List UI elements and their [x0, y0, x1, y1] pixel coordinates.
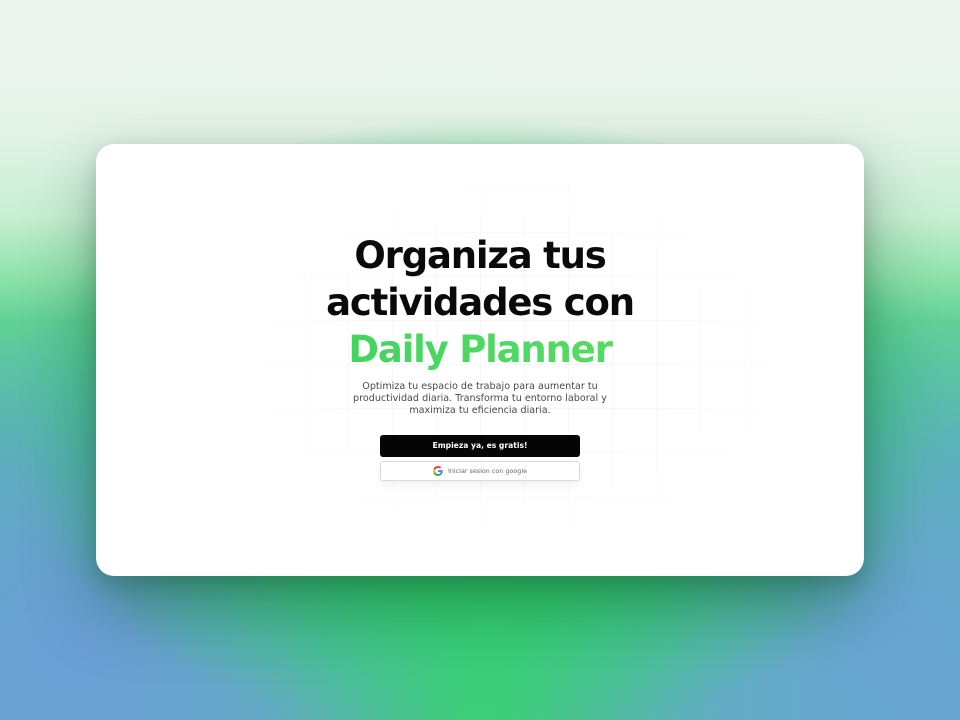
- google-signin-button[interactable]: Iniciar sesion con google: [380, 461, 580, 481]
- hero-subtitle-line-2: productividad diaria. Transforma tu ento…: [353, 393, 607, 404]
- google-signin-label: Iniciar sesion con google: [447, 467, 528, 475]
- hero-card: Organiza tus actividades con Daily Plann…: [96, 144, 864, 576]
- google-icon: [432, 466, 443, 476]
- hero-subtitle-line-3: maximiza tu eficiencia diaria.: [409, 405, 551, 416]
- hero-title: Organiza tus actividades con Daily Plann…: [96, 232, 864, 373]
- hero-title-line-1: Organiza tus: [354, 234, 606, 277]
- hero-subtitle: Optimiza tu espacio de trabajo para aume…: [340, 381, 620, 417]
- hero-title-highlight: Daily Planner: [96, 326, 864, 373]
- hero-subtitle-line-1: Optimiza tu espacio de trabajo para aume…: [362, 381, 598, 392]
- hero-section: Organiza tus actividades con Daily Plann…: [96, 232, 864, 481]
- hero-title-line-2: actividades con: [326, 281, 635, 324]
- get-started-button[interactable]: Empieza ya, es gratis!: [380, 435, 580, 457]
